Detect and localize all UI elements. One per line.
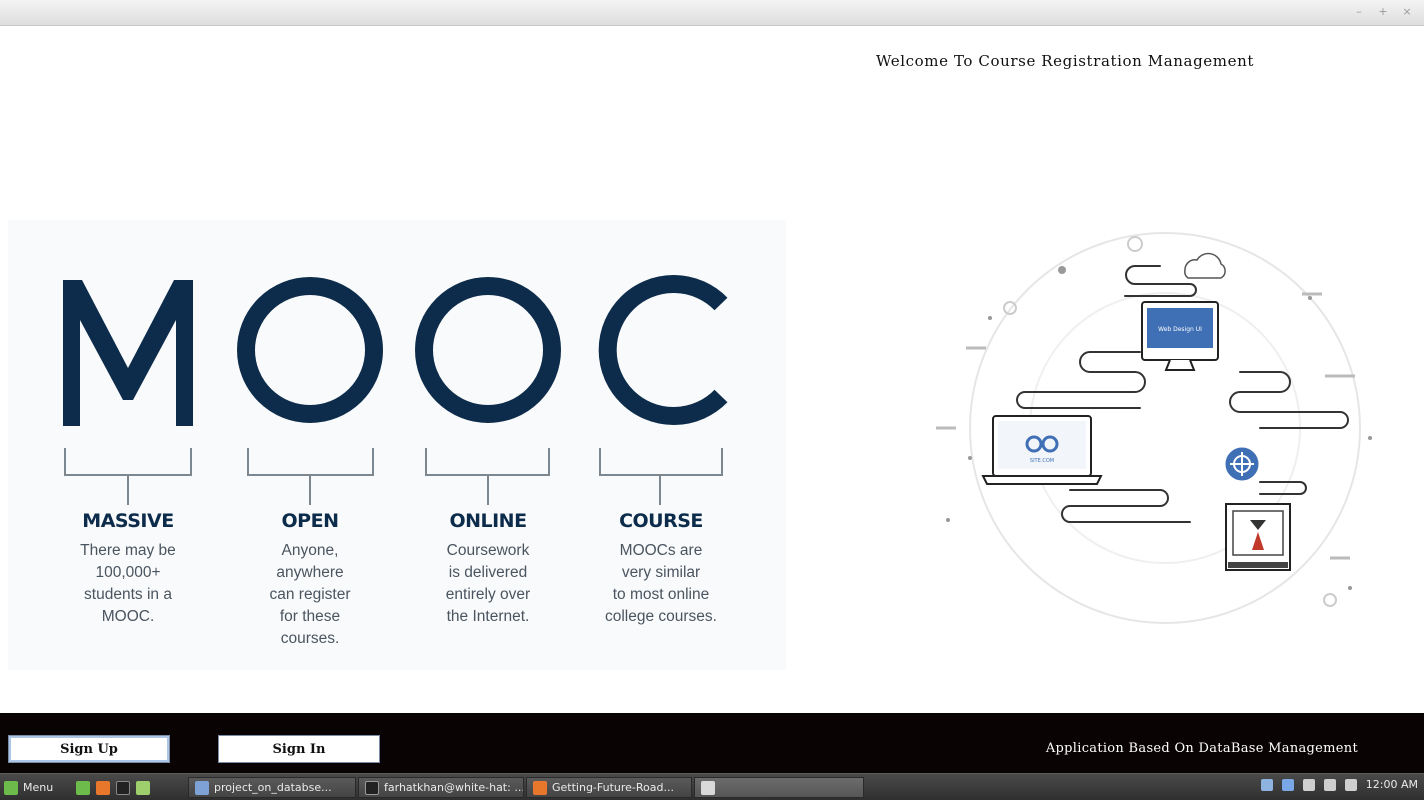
taskbar-window-button[interactable]: Getting-Future-Road... [526, 777, 692, 798]
battery-icon[interactable] [1344, 778, 1357, 791]
column-title: COURSE [619, 510, 703, 532]
mooc-letter-o-1 [237, 277, 383, 423]
maximize-button[interactable]: + [1376, 5, 1390, 19]
app-window-icon [195, 780, 209, 795]
sign-in-button[interactable]: Sign In [218, 735, 380, 763]
show-desktop-icon[interactable] [76, 780, 90, 795]
mooc-brackets [64, 448, 723, 505]
mooc-letter-c [598, 275, 728, 425]
mooc-column-course: COURSE MOOCs are very similar to most on… [576, 510, 746, 628]
sign-up-button[interactable]: Sign Up [8, 735, 170, 763]
monitor-icon: Web Design UI [1141, 301, 1219, 371]
monitor-screen-text: Web Design UI [1158, 326, 1202, 333]
column-description: MOOCs are very similar to most online co… [604, 542, 717, 625]
terminal-icon[interactable] [116, 780, 130, 795]
column-title: MASSIVE [82, 510, 174, 532]
app-footer-bar: Sign Up Sign In Application Based On Dat… [0, 713, 1424, 773]
clock[interactable]: 12:00 AM [1366, 778, 1418, 791]
task-label: farhatkhan@white-hat: ... [384, 781, 524, 794]
laptop-screen-text: SITE.COM [1030, 458, 1054, 464]
app-caption: Application Based On DataBase Management [1045, 741, 1358, 756]
system-taskbar: Menu project_on_databse... farhatkhan@wh… [0, 773, 1424, 800]
cloud-icon [1184, 252, 1226, 279]
mooc-letter-m [63, 280, 193, 426]
network-icon[interactable] [1323, 778, 1336, 791]
task-label: Getting-Future-Road... [552, 781, 674, 794]
mooc-letter-o-2 [415, 277, 561, 423]
window-title-bar: – + × [0, 0, 1424, 26]
column-description: Anyone, anywhere can register for these … [269, 542, 351, 647]
firefox-icon[interactable] [96, 780, 110, 795]
gear-icon [1222, 444, 1262, 484]
firefox-icon [533, 780, 547, 795]
start-menu-label: Menu [23, 781, 54, 794]
taskbar-window-button[interactable]: project_on_databse... [188, 777, 356, 798]
window-controls: – + × [1352, 5, 1414, 19]
quick-launch [76, 777, 150, 798]
shield-icon[interactable] [1260, 778, 1273, 791]
column-description: Coursework is delivered entirely over th… [445, 542, 531, 625]
taskbar-window-button-active[interactable] [694, 777, 864, 798]
files-icon[interactable] [136, 780, 150, 795]
minimize-button[interactable]: – [1352, 5, 1366, 19]
column-title: ONLINE [449, 510, 527, 532]
mooc-infographic: MASSIVE There may be 100,000+ students i… [8, 220, 786, 670]
mooc-column-massive: MASSIVE There may be 100,000+ students i… [43, 510, 213, 628]
terminal-icon [365, 780, 379, 795]
tech-illustration: Web Design UI SITE.COM [930, 228, 1390, 658]
column-title: OPEN [281, 510, 339, 532]
app-window-icon [701, 780, 715, 795]
task-label: project_on_databse... [214, 781, 332, 794]
start-menu-button[interactable]: Menu [4, 777, 53, 798]
user-icon[interactable] [1302, 778, 1315, 791]
column-description: There may be 100,000+ students in a MOOC… [80, 542, 176, 625]
mooc-column-open: OPEN Anyone, anywhere can register for t… [225, 510, 395, 650]
laptop-icon: SITE.COM [981, 415, 1103, 485]
mooc-column-online: ONLINE Coursework is delivered entirely … [403, 510, 573, 628]
system-tray: 12:00 AM [1260, 778, 1418, 791]
welcome-heading: Welcome To Course Registration Managemen… [876, 52, 1254, 70]
printer-3d-icon [1225, 503, 1291, 571]
bluetooth-icon[interactable] [1281, 778, 1294, 791]
taskbar-window-button[interactable]: farhatkhan@white-hat: ... [358, 777, 524, 798]
mint-menu-icon [4, 780, 18, 795]
close-button[interactable]: × [1400, 5, 1414, 19]
